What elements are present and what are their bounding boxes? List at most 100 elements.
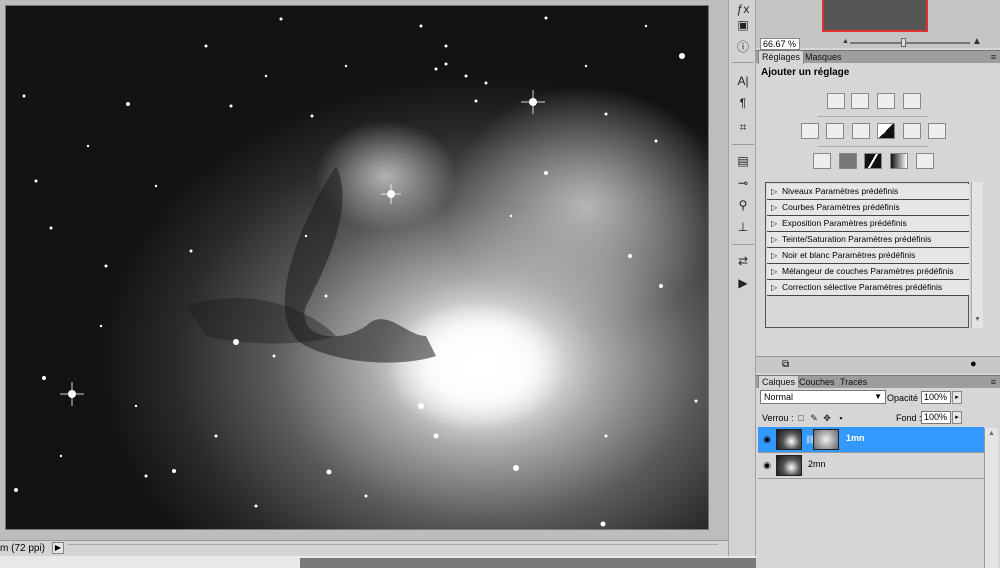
preset-label: Teinte/Saturation Paramètres prédéfinis — [782, 234, 932, 244]
fill-field[interactable]: 100% — [921, 411, 951, 424]
image-icon[interactable]: ▣ — [733, 16, 753, 34]
zoom-readout: m (72 ppi) — [0, 543, 46, 554]
lock-position-icon[interactable]: ✥ — [822, 413, 832, 423]
opacity-label: Opacité : — [887, 393, 924, 403]
transform-icon[interactable]: ⌗ — [733, 118, 753, 136]
horizontal-scrollbar[interactable] — [68, 544, 718, 552]
invert-icon[interactable] — [813, 153, 831, 169]
status-menu-arrow[interactable]: ▶ — [52, 542, 64, 554]
zoom-out-icon[interactable]: ▲ — [842, 38, 849, 45]
layer-thumbnail — [776, 455, 802, 476]
blend-mode-value: Normal — [764, 392, 794, 402]
layers-list: ◉ ⛓ 1mn ◉ 2mn — [756, 426, 1000, 568]
adjustments-footer: ⧉ ● — [756, 356, 1000, 373]
navigator-panel: 66.67 % ▲ ▲ — [756, 0, 1000, 50]
opacity-stepper[interactable]: ▸ — [952, 391, 962, 404]
layers-scrollbar[interactable]: ▲ — [984, 428, 998, 568]
paragraph-icon[interactable]: ¶ — [733, 94, 753, 112]
lock-pixels-icon[interactable]: ✎ — [809, 413, 819, 423]
expand-triangle-icon: ▷ — [771, 219, 778, 228]
tool-presets-icon[interactable]: ⊥ — [733, 218, 753, 236]
lock-transparency-icon[interactable]: □ — [796, 413, 806, 423]
character-icon[interactable]: A| — [733, 72, 753, 90]
chevron-down-icon: ▼ — [874, 392, 882, 401]
brightness-contrast-icon[interactable] — [827, 93, 845, 109]
hue-saturation-icon[interactable] — [826, 123, 844, 139]
opacity-field[interactable]: 100% — [921, 391, 951, 404]
gradient-map-icon[interactable] — [890, 153, 908, 169]
trash-icon[interactable]: ● — [970, 358, 977, 370]
history-icon[interactable]: ⇄ — [733, 252, 753, 270]
preset-correction-selective[interactable]: ▷ Correction sélective Paramètres prédéfi… — [767, 280, 969, 296]
presets-scrollbar[interactable]: ▼ — [971, 182, 983, 328]
nebula-image[interactable] — [5, 5, 709, 530]
tab-reglages[interactable]: Réglages — [758, 51, 805, 64]
vibrance-icon[interactable] — [801, 123, 819, 139]
adjustments-title: Ajouter un réglage — [761, 67, 850, 78]
clone-source-icon[interactable]: ⚲ — [733, 196, 753, 214]
expand-triangle-icon: ▷ — [771, 203, 778, 212]
preset-courbes[interactable]: ▷ Courbes Paramètres prédéfinis — [767, 200, 969, 216]
preset-exposition[interactable]: ▷ Exposition Paramètres prédéfinis — [767, 216, 969, 232]
bottom-strip — [0, 556, 756, 568]
blend-mode-select[interactable]: Normal ▼ — [760, 390, 886, 404]
info-icon[interactable]: ⓘ — [733, 38, 753, 56]
tab-masques[interactable]: Masques — [802, 51, 845, 64]
layer-name[interactable]: 1mn — [846, 433, 865, 443]
levels-icon[interactable] — [851, 93, 869, 109]
mini-bridge-icon[interactable]: ▤ — [733, 152, 753, 170]
layers-options: Normal ▼ Opacité : 100% ▸ Verrou : Fond :… — [756, 388, 1000, 430]
exposure-icon[interactable] — [903, 93, 921, 109]
layer-name[interactable]: 2mn — [808, 459, 826, 469]
layer-mask-thumbnail[interactable] — [813, 429, 839, 450]
expand-triangle-icon: ▷ — [771, 235, 778, 244]
visibility-eye-icon[interactable]: ◉ — [761, 460, 773, 470]
panel-menu-icon[interactable]: ≡ — [991, 52, 996, 62]
preset-label: Noir et blanc Paramètres prédéfinis — [782, 250, 916, 260]
channel-mixer-icon[interactable] — [928, 123, 946, 139]
preset-label: Courbes Paramètres prédéfinis — [782, 202, 900, 212]
navigator-thumbnail[interactable] — [822, 0, 928, 32]
expand-triangle-icon: ▷ — [771, 267, 778, 276]
layers-tabbar: Calques Couches Tracés ≡ — [756, 375, 1000, 389]
taskbar-region — [300, 558, 756, 568]
fill-label: Fond : — [896, 413, 922, 423]
selective-color-icon[interactable] — [916, 153, 934, 169]
preset-label: Niveaux Paramètres prédéfinis — [782, 186, 899, 196]
panel-menu-icon[interactable]: ≡ — [991, 377, 996, 387]
zoom-slider[interactable] — [850, 42, 970, 44]
actions-icon[interactable]: ▶ — [733, 274, 753, 292]
lock-label: Verrou : — [762, 413, 794, 423]
layer-row-1mn[interactable]: ◉ ⛓ 1mn — [758, 427, 984, 453]
lock-all-icon[interactable]: ▪ — [836, 413, 846, 423]
preset-niveaux[interactable]: ▷ Niveaux Paramètres prédéfinis — [767, 184, 969, 200]
brush-presets-icon[interactable]: ⊸ — [733, 174, 753, 192]
preset-melangeur-couches[interactable]: ▷ Mélangeur de couches Paramètres prédéfi… — [767, 264, 969, 280]
adjustments-tabbar: Réglages Masques ≡ — [756, 50, 1000, 64]
preset-noir-et-blanc[interactable]: ▷ Noir et blanc Paramètres prédéfinis — [767, 248, 969, 264]
threshold-icon[interactable] — [864, 153, 882, 169]
zoom-slider-knob[interactable] — [901, 38, 906, 47]
navigator-zoom-field[interactable]: 66.67 % — [760, 38, 800, 50]
collapsed-panels-strip: ƒx ▣ ⓘ A| ¶ ⌗ ▤ ⊸ ⚲ ⊥ ⇄ ▶ — [728, 0, 756, 556]
layer-row-2mn[interactable]: ◉ 2mn — [758, 453, 984, 479]
expand-triangle-icon: ▷ — [771, 251, 778, 260]
expand-triangle-icon: ▷ — [771, 187, 778, 196]
photo-filter-icon[interactable] — [903, 123, 921, 139]
document-canvas-area[interactable] — [0, 0, 728, 540]
fill-stepper[interactable]: ▸ — [952, 411, 962, 424]
status-bar: m (72 ppi) ▶ — [0, 540, 728, 556]
adjustment-presets-list: ▷ Niveaux Paramètres prédéfinis ▷ Courbes … — [765, 182, 969, 328]
color-balance-icon[interactable] — [852, 123, 870, 139]
posterize-icon[interactable] — [839, 153, 857, 169]
preset-label: Correction sélective Paramètres prédéfin… — [782, 282, 943, 292]
curves-icon[interactable] — [877, 93, 895, 109]
expand-triangle-icon: ▷ — [771, 283, 778, 292]
visibility-eye-icon[interactable]: ◉ — [761, 434, 773, 444]
zoom-in-icon[interactable]: ▲ — [972, 36, 982, 47]
black-white-icon[interactable] — [877, 123, 895, 139]
preset-teinte-saturation[interactable]: ▷ Teinte/Saturation Paramètres prédéfinis — [767, 232, 969, 248]
preset-label: Exposition Paramètres prédéfinis — [782, 218, 907, 228]
layer-thumbnail — [776, 429, 802, 450]
clip-icon[interactable]: ⧉ — [782, 359, 789, 370]
